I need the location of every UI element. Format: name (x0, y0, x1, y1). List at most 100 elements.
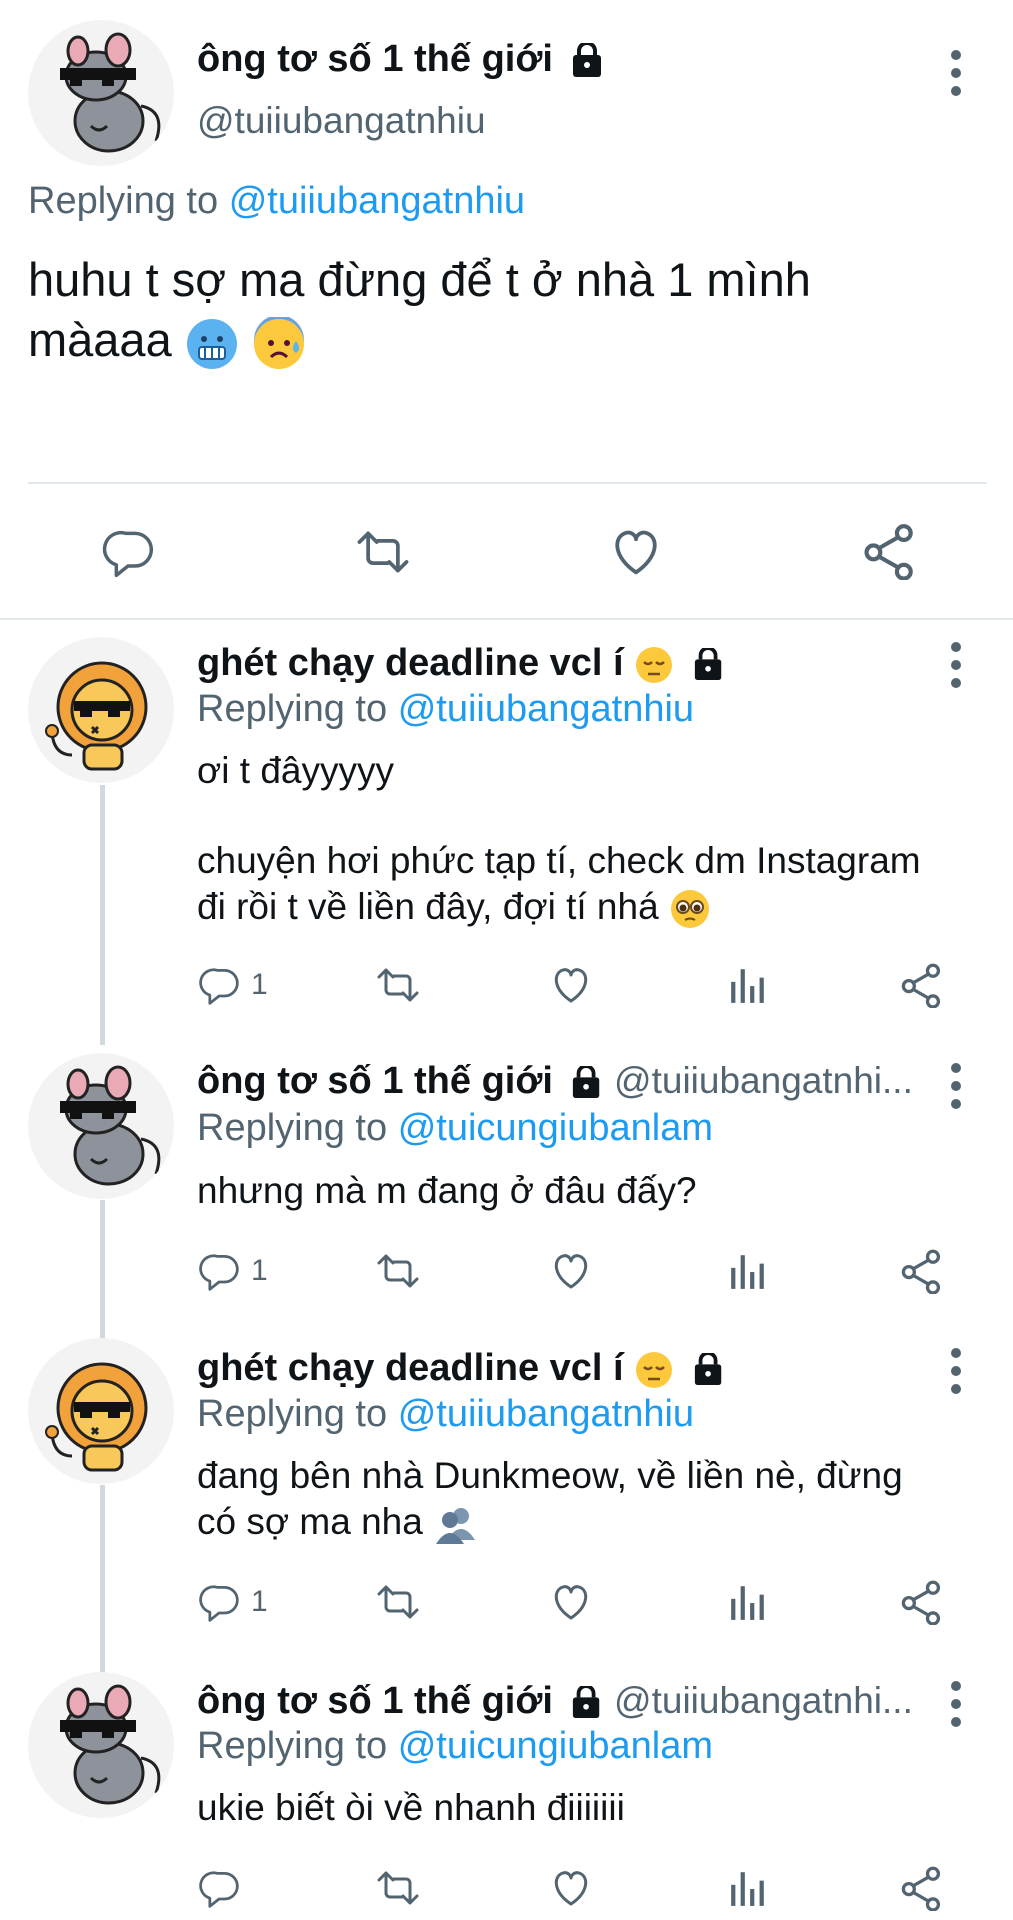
cold-face-emoji-icon (186, 318, 237, 369)
reply-icon[interactable] (197, 1866, 241, 1910)
like-icon[interactable] (549, 1580, 593, 1624)
retweet-icon[interactable] (372, 963, 424, 1007)
share-icon[interactable] (900, 962, 944, 1008)
more-options-icon[interactable] (951, 1681, 963, 1735)
avatar[interactable] (28, 1672, 174, 1818)
tweet-text-line: nhưng mà m đang ở đâu đấy? (197, 1170, 697, 1211)
more-options-icon[interactable] (951, 1348, 963, 1402)
tweet-text-line-2: có sợ ma nha (197, 1499, 903, 1545)
avatar[interactable] (28, 20, 174, 166)
tweet-text: ukie biết òi về nhanh điiiiiii (197, 1785, 625, 1831)
replying-to: Replying to @tuicungiubanlam (197, 1107, 713, 1150)
avatar[interactable] (28, 1338, 174, 1484)
like-icon[interactable] (549, 963, 593, 1007)
replying-prefix: Replying to (197, 688, 388, 730)
avatar[interactable] (28, 637, 174, 783)
replying-prefix: Replying to (197, 1107, 388, 1149)
retweet-icon[interactable] (372, 1249, 424, 1293)
lock-icon (571, 1685, 602, 1720)
divider (28, 482, 987, 484)
tweet-text-line-3: đi rồi t về liền đây, đợi tí nhá (197, 884, 921, 930)
retweet-icon[interactable] (372, 1866, 424, 1910)
reply-icon[interactable] (197, 1580, 241, 1624)
thread-line (100, 1200, 105, 1340)
share-icon[interactable] (900, 1248, 944, 1294)
display-name-text: ông tơ số 1 thế giới (197, 38, 553, 80)
avatar[interactable] (28, 1053, 174, 1199)
handle[interactable]: @tuiiubangatnhi... (614, 1060, 913, 1101)
replying-to-handle[interactable]: @tuicungiubanlam (398, 1107, 713, 1149)
reply-action[interactable]: 1 (197, 1580, 268, 1624)
more-options-icon[interactable] (951, 642, 963, 696)
tweet-text: nhưng mà m đang ở đâu đấy? (197, 1168, 697, 1214)
tweet-text: đang bên nhà Dunkmeow, về liền nè, đừng … (197, 1453, 903, 1545)
display-name-text: ghét chạy deadline vcl í (197, 1347, 624, 1389)
like-icon[interactable] (549, 1866, 593, 1910)
busts-in-silhouette-emoji-icon (436, 1508, 476, 1545)
tweet-text-line: chuyện hơi phức tạp tí, check dm Instagr… (197, 840, 921, 881)
reply-action[interactable] (197, 1866, 241, 1910)
tweet-text-line: có sợ ma nha (197, 1501, 423, 1542)
tweet-text: huhu t sợ ma đừng để t ở nhà 1 mình màaa… (28, 250, 811, 371)
thread-line (100, 1485, 105, 1675)
reply-action[interactable]: 1 (197, 963, 268, 1007)
tweet-text-line: ukie biết òi về nhanh điiiiiii (197, 1787, 625, 1828)
display-name-text: ông tơ số 1 thế giới (197, 1060, 553, 1102)
more-options-icon[interactable] (951, 1063, 963, 1117)
pleading-face-emoji-icon (670, 890, 709, 929)
display-name[interactable]: ông tơ số 1 thế giới @tuiiubangatnhi... (197, 1060, 913, 1103)
pensive-face-emoji-icon (636, 646, 673, 683)
stats-icon[interactable] (729, 965, 767, 1005)
more-options-icon[interactable] (951, 50, 963, 104)
replying-to-handle[interactable]: @tuiiubangatnhiu (229, 180, 525, 222)
tweet-text-line: đang bên nhà Dunkmeow, về liền nè, đừng (197, 1455, 903, 1496)
thread-line (100, 785, 105, 1045)
replying-to: Replying to @tuiiubangatnhiu (197, 1393, 694, 1436)
stats-icon[interactable] (729, 1582, 767, 1622)
display-name-text: ghét chạy deadline vcl í (197, 642, 624, 684)
replying-to: Replying to @tuiiubangatnhiu (28, 180, 525, 223)
retweet-icon[interactable] (352, 524, 414, 580)
reply-icon[interactable] (100, 524, 156, 580)
lock-icon (692, 647, 723, 682)
lock-icon (692, 1352, 723, 1387)
replying-prefix: Replying to (28, 180, 219, 222)
section-divider (0, 618, 1013, 620)
reply-action[interactable]: 1 (197, 1249, 268, 1293)
handle[interactable]: @tuiiubangatnhiu (197, 100, 486, 142)
display-name[interactable]: ông tơ số 1 thế giới (197, 38, 605, 81)
reply-count: 1 (251, 1254, 268, 1287)
replying-to: Replying to @tuiiubangatnhiu (197, 688, 694, 731)
replying-to-handle[interactable]: @tuiiubangatnhiu (398, 688, 694, 730)
tweet-text-word: màaaa (28, 313, 172, 366)
reply-count: 1 (251, 1585, 268, 1618)
stats-icon[interactable] (729, 1868, 767, 1908)
handle[interactable]: @tuiiubangatnhi... (614, 1680, 913, 1721)
retweet-icon[interactable] (372, 1580, 424, 1624)
reply-icon[interactable] (197, 1249, 241, 1293)
tweet-text-line: đi rồi t về liền đây, đợi tí nhá (197, 886, 659, 927)
tweet-text-line: huhu t sợ ma đừng để t ở nhà 1 mình (28, 253, 811, 306)
replying-prefix: Replying to (197, 1725, 388, 1767)
reply-count: 1 (251, 968, 268, 1001)
display-name[interactable]: ông tơ số 1 thế giới @tuiiubangatnhi... (197, 1680, 913, 1723)
display-name-text: ông tơ số 1 thế giới (197, 1680, 553, 1722)
reply-icon[interactable] (197, 963, 241, 1007)
display-name[interactable]: ghét chạy deadline vcl í (197, 1347, 725, 1390)
replying-prefix: Replying to (197, 1393, 388, 1435)
display-name[interactable]: ghét chạy deadline vcl í (197, 642, 725, 685)
stats-icon[interactable] (729, 1251, 767, 1291)
share-icon[interactable] (862, 522, 918, 580)
replying-to-handle[interactable]: @tuicungiubanlam (398, 1725, 713, 1767)
like-icon[interactable] (608, 524, 664, 580)
tweet-text: ơi t đâyyyyy chuyện hơi phức tạp tí, che… (197, 748, 921, 930)
tweet-text-line: ơi t đâyyyyy (197, 750, 394, 791)
share-icon[interactable] (900, 1579, 944, 1625)
lock-icon (571, 1065, 602, 1100)
like-icon[interactable] (549, 1249, 593, 1293)
replying-to: Replying to @tuicungiubanlam (197, 1725, 713, 1768)
anxious-face-emoji-icon (253, 316, 304, 369)
lock-icon (571, 42, 604, 79)
replying-to-handle[interactable]: @tuiiubangatnhiu (398, 1393, 694, 1435)
share-icon[interactable] (900, 1865, 944, 1911)
